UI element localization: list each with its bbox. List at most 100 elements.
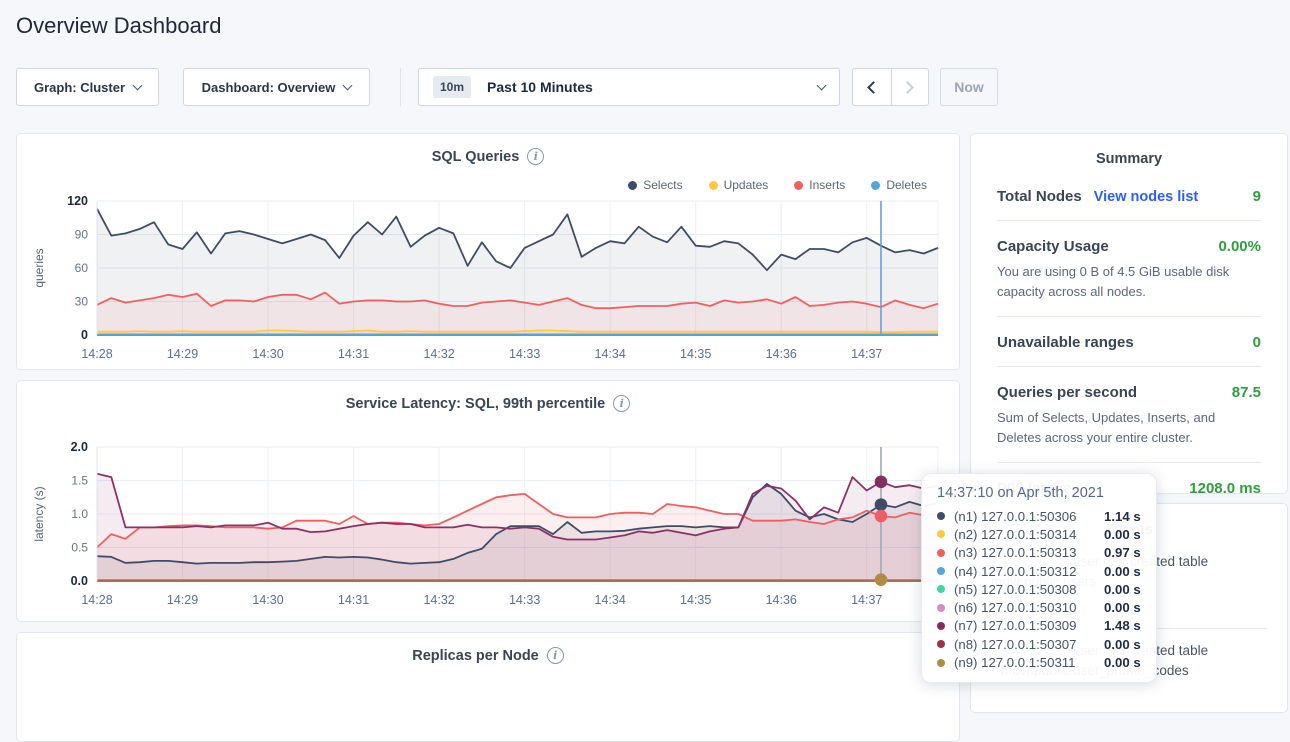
legend-dot-icon xyxy=(794,181,803,190)
svg-text:latency (s): latency (s) xyxy=(32,486,46,541)
svg-text:30: 30 xyxy=(75,295,89,309)
service-latency-card: Service Latency: SQL, 99th percentile 0.… xyxy=(16,380,960,622)
svg-text:14:34: 14:34 xyxy=(595,593,626,607)
tooltip-node-address: (n6) 127.0.0.1:50310 xyxy=(954,600,1104,615)
tooltip-node-address: (n1) 127.0.0.1:50306 xyxy=(954,509,1104,524)
summary-row: Queries per second 87.5 Sum of Selects, … xyxy=(997,367,1261,463)
tooltip-node-address: (n9) 127.0.0.1:50311 xyxy=(954,655,1104,670)
dashboard-dropdown-label: Dashboard: Overview xyxy=(202,80,336,95)
svg-text:14:35: 14:35 xyxy=(680,347,711,361)
node-color-dot-icon xyxy=(937,659,945,667)
tooltip-node-address: (n5) 127.0.0.1:50308 xyxy=(954,582,1104,597)
info-icon[interactable] xyxy=(547,647,564,664)
service-latency-title: Service Latency: SQL, 99th percentile xyxy=(346,396,606,412)
sql-queries-card: SQL Queries Selects Updates Inserts Dele… xyxy=(16,133,960,370)
summary-row-value: 0.00% xyxy=(1218,238,1261,255)
svg-text:queries: queries xyxy=(32,248,46,287)
legend-dot-icon xyxy=(709,181,718,190)
svg-text:0.5: 0.5 xyxy=(71,541,88,555)
tooltip-time: 14:37:10 xyxy=(937,485,993,501)
next-time-button[interactable] xyxy=(891,69,929,105)
node-color-dot-icon xyxy=(937,530,945,538)
dashboard-dropdown[interactable]: Dashboard: Overview xyxy=(183,68,370,106)
summary-panel: Summary Total Nodes View nodes list 9 Ca… xyxy=(970,133,1288,494)
toolbar-divider xyxy=(400,68,401,106)
chart-hover-tooltip: 14:37:10 on Apr 5th, 2021 (n1) 127.0.0.1… xyxy=(921,473,1157,683)
time-range-label: Past 10 Minutes xyxy=(487,79,818,95)
summary-rows: Total Nodes View nodes list 9 Capacity U… xyxy=(997,171,1261,512)
info-icon[interactable] xyxy=(527,148,544,165)
svg-text:14:33: 14:33 xyxy=(509,347,540,361)
chevron-down-icon xyxy=(133,80,143,90)
svg-text:14:35: 14:35 xyxy=(680,593,711,607)
info-icon[interactable] xyxy=(613,395,630,412)
svg-text:14:29: 14:29 xyxy=(167,593,198,607)
tooltip-row: (n2) 127.0.0.1:50314 0.00 s xyxy=(937,525,1144,543)
tooltip-row: (n7) 127.0.0.1:50309 1.48 s xyxy=(937,617,1144,635)
tooltip-row: (n9) 127.0.0.1:50311 0.00 s xyxy=(937,653,1144,671)
tooltip-rows: (n1) 127.0.0.1:50306 1.14 s (n2) 127.0.0… xyxy=(937,507,1144,672)
tooltip-node-value: 1.48 s xyxy=(1104,618,1141,633)
svg-text:1.0: 1.0 xyxy=(71,507,88,521)
time-range-select[interactable]: 10m Past 10 Minutes xyxy=(418,68,840,106)
tooltip-row: (n4) 127.0.0.1:50312 0.00 s xyxy=(937,562,1144,580)
svg-text:14:37: 14:37 xyxy=(851,593,882,607)
page-title: Overview Dashboard xyxy=(16,13,221,39)
summary-row: Total Nodes View nodes list 9 xyxy=(997,171,1261,221)
node-color-dot-icon xyxy=(937,604,945,612)
tooltip-node-address: (n8) 127.0.0.1:50307 xyxy=(954,637,1104,652)
node-color-dot-icon xyxy=(937,640,945,648)
overview-dashboard-page: { "page": { "title": "Overview Dashboard… xyxy=(0,0,1290,689)
chevron-down-icon xyxy=(343,80,353,90)
graph-dropdown[interactable]: Graph: Cluster xyxy=(16,68,159,106)
summary-row: Capacity Usage 0.00% You are using 0 B o… xyxy=(997,221,1261,317)
summary-title: Summary xyxy=(997,151,1261,167)
svg-text:120: 120 xyxy=(67,194,88,208)
node-color-dot-icon xyxy=(937,622,945,630)
time-range-badge: 10m xyxy=(433,76,471,98)
summary-row-value: 1208.0 ms xyxy=(1189,480,1261,497)
node-color-dot-icon xyxy=(937,512,945,520)
node-color-dot-icon xyxy=(937,549,945,557)
service-latency-plot[interactable]: 0.00.51.01.52.014:2814:2914:3014:3114:32… xyxy=(29,431,953,607)
now-button[interactable]: Now xyxy=(940,68,998,106)
tooltip-row: (n1) 127.0.0.1:50306 1.14 s xyxy=(937,507,1144,525)
svg-text:1.5: 1.5 xyxy=(71,474,88,488)
tooltip-node-value: 0.00 s xyxy=(1104,527,1141,542)
chevron-right-icon xyxy=(901,81,914,94)
svg-text:14:33: 14:33 xyxy=(509,593,540,607)
time-nav-group xyxy=(852,68,929,106)
legend-dot-icon xyxy=(871,181,880,190)
tooltip-node-value: 0.00 s xyxy=(1104,637,1141,652)
legend-dot-icon xyxy=(628,181,637,190)
tooltip-row: (n3) 127.0.0.1:50313 0.97 s xyxy=(937,544,1144,562)
node-color-dot-icon xyxy=(937,567,945,575)
tooltip-row: (n6) 127.0.0.1:50310 0.00 s xyxy=(937,598,1144,616)
sql-queries-plot[interactable]: 030609012014:2814:2914:3014:3114:3214:33… xyxy=(29,190,953,366)
tooltip-node-value: 0.00 s xyxy=(1104,564,1141,579)
chevron-down-icon xyxy=(817,80,827,90)
prev-time-button[interactable] xyxy=(853,69,891,105)
summary-row-value: 0 xyxy=(1253,334,1261,351)
svg-text:14:32: 14:32 xyxy=(423,347,454,361)
now-button-label: Now xyxy=(954,79,984,95)
svg-text:14:30: 14:30 xyxy=(252,347,283,361)
tooltip-node-address: (n4) 127.0.0.1:50312 xyxy=(954,564,1104,579)
svg-text:14:30: 14:30 xyxy=(252,593,283,607)
svg-text:14:28: 14:28 xyxy=(81,593,112,607)
summary-row-value: 9 xyxy=(1253,188,1261,205)
svg-text:14:36: 14:36 xyxy=(766,593,797,607)
view-nodes-list-link[interactable]: View nodes list xyxy=(1094,189,1199,205)
svg-text:14:28: 14:28 xyxy=(81,347,112,361)
svg-text:90: 90 xyxy=(75,228,89,242)
tooltip-row: (n5) 127.0.0.1:50308 0.00 s xyxy=(937,580,1144,598)
summary-row-description: Sum of Selects, Updates, Inserts, and De… xyxy=(997,408,1261,447)
tooltip-node-value: 0.00 s xyxy=(1104,600,1141,615)
node-color-dot-icon xyxy=(937,585,945,593)
svg-text:14:36: 14:36 xyxy=(766,347,797,361)
tooltip-node-value: 0.00 s xyxy=(1104,655,1141,670)
svg-text:14:37: 14:37 xyxy=(851,347,882,361)
tooltip-node-value: 1.14 s xyxy=(1104,509,1141,524)
chevron-left-icon xyxy=(867,81,880,94)
svg-text:14:31: 14:31 xyxy=(338,347,369,361)
